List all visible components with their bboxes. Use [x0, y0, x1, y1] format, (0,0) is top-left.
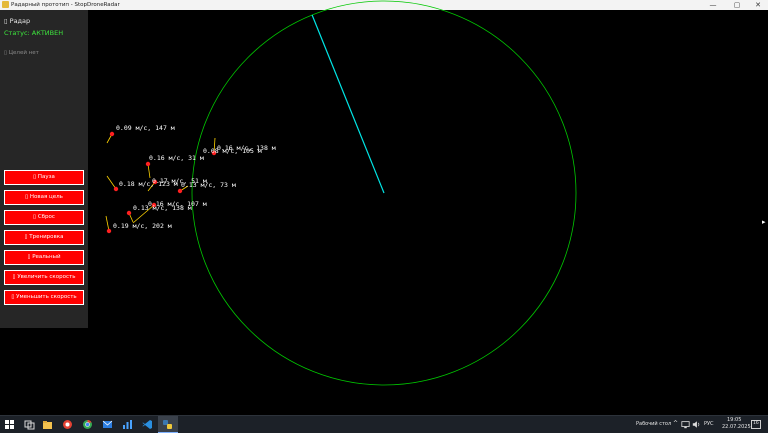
target-marker[interactable] — [113, 186, 119, 192]
windows-start-icon[interactable] — [4, 419, 15, 430]
tray-chevron-icon[interactable]: ^ — [673, 420, 678, 427]
target-label: 0.16 м/с, 31 м — [149, 154, 204, 162]
language-indicator[interactable]: РУС — [704, 421, 714, 427]
python-icon — [163, 420, 172, 429]
network-icon[interactable] — [681, 420, 690, 429]
speed-down-button[interactable]: ▯ Уменьшить скорость — [4, 290, 84, 305]
target-labels: 0.09 м/с, 147 м 0.16 м/с, 138 м 0.08 м/с… — [113, 124, 276, 230]
status-label: Статус: АКТИВЕН — [4, 29, 64, 37]
real-mode-button[interactable]: ▯ Реальный — [4, 250, 84, 265]
target-marker[interactable] — [126, 210, 132, 216]
notification-icon[interactable]: 16 — [751, 420, 761, 429]
target-label: 0.09 м/с, 147 м — [116, 124, 175, 132]
radar-sweep-line — [311, 14, 385, 194]
reset-button[interactable]: ▯ Сброс — [4, 210, 84, 225]
target-vector — [106, 175, 117, 190]
target-marker[interactable] — [106, 228, 112, 234]
clock-time[interactable]: 19:05 — [727, 417, 741, 423]
training-button[interactable]: ▯ Тренировка — [4, 230, 84, 245]
target-label: 0.13 м/с, 138 м — [133, 204, 192, 212]
target-label: 0.19 м/с, 202 м — [113, 222, 172, 230]
target-marker[interactable] — [177, 188, 183, 194]
mail-icon[interactable] — [102, 419, 113, 430]
new-target-button[interactable]: ▯ Новая цель — [4, 190, 84, 205]
pause-button[interactable]: ▯ Пауза — [4, 170, 84, 185]
browser-icon[interactable] — [62, 419, 73, 430]
target-marker[interactable] — [109, 131, 115, 137]
target-vector — [105, 215, 110, 232]
stats-app-icon[interactable] — [122, 419, 133, 430]
target-label: 0.08 м/с, 105 м — [203, 147, 262, 155]
clock-date[interactable]: 22.07.2025 — [722, 424, 751, 430]
target-label: 0.13 м/с, 73 м — [181, 181, 236, 189]
panel-title: ▯ Радар — [4, 17, 31, 25]
file-explorer-icon[interactable] — [42, 419, 53, 430]
notification-count: 16 — [753, 421, 759, 426]
windows-taskbar: Рабочий стол ^ РУС 19:05 22.07.2025 16 — [0, 415, 768, 433]
task-view-icon[interactable] — [24, 419, 35, 430]
desktop-label[interactable]: Рабочий стол — [636, 421, 671, 427]
chrome-icon[interactable] — [82, 419, 93, 430]
radar-display: 0.09 м/с, 147 м 0.16 м/с, 138 м 0.08 м/с… — [105, 0, 577, 386]
vscode-icon[interactable] — [142, 419, 153, 430]
targets-info: ▯ Целей нет — [4, 50, 39, 56]
scroll-right-arrow-icon[interactable]: ▸ — [762, 218, 766, 226]
active-python-app[interactable] — [158, 416, 178, 433]
volume-icon[interactable] — [692, 420, 701, 429]
speed-up-button[interactable]: ▯ Увеличить скорость — [4, 270, 84, 285]
target-marker[interactable] — [145, 161, 151, 167]
target-label: 0.18 м/с, 123 м — [119, 180, 178, 188]
